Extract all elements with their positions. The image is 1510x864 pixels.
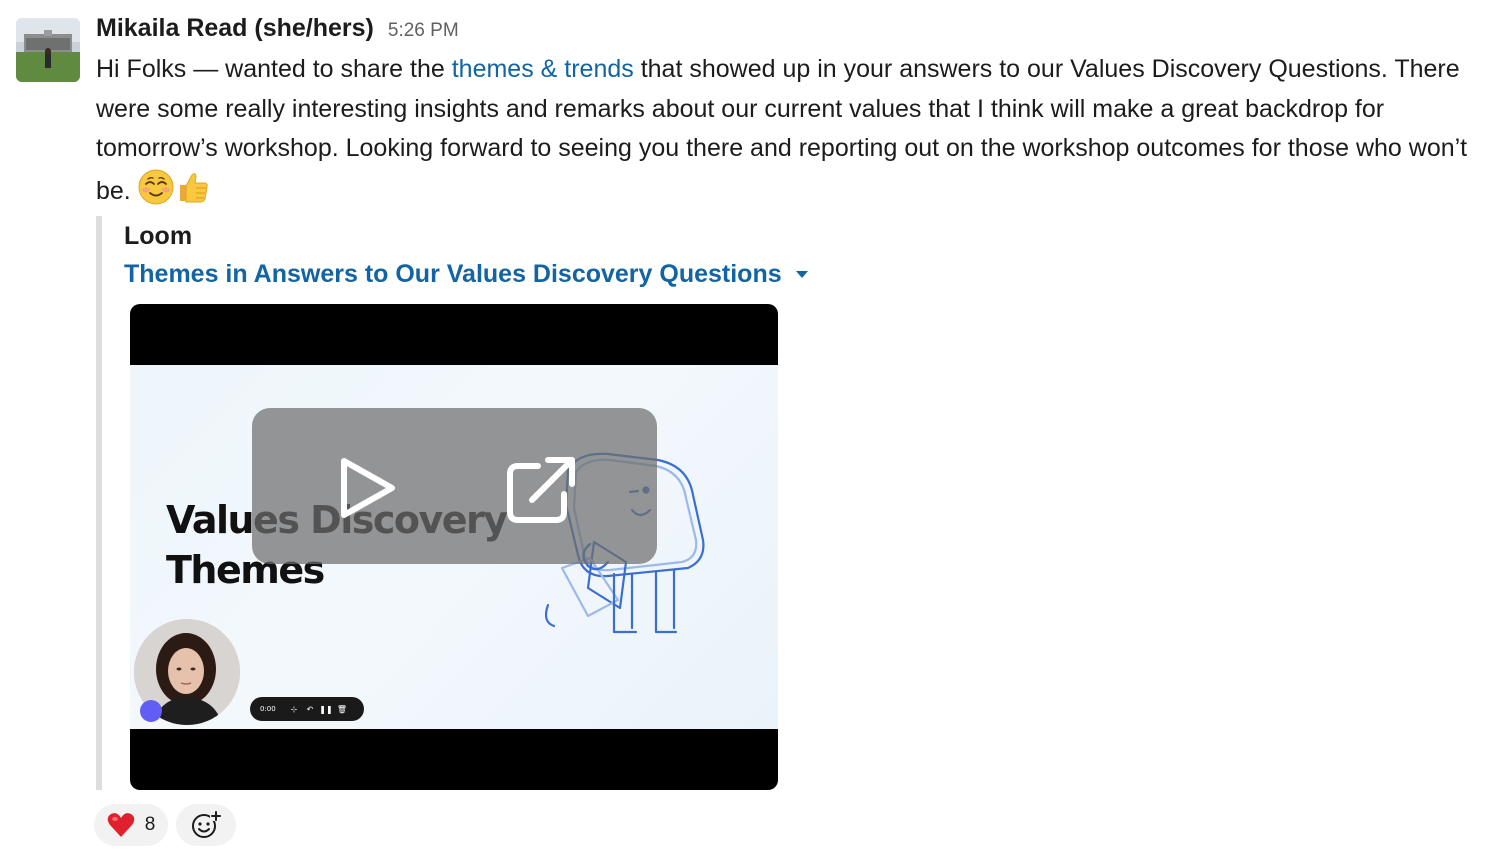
play-icon[interactable] (332, 453, 402, 523)
pause-icon: ❚❚ (319, 704, 333, 714)
relieved-smile-emoji (138, 169, 174, 204)
message-body: Hi Folks — wanted to share the themes & … (96, 50, 1491, 211)
loom-recording-controls: 0:00 ⊹ ↶ ❚❚ 🗑 (250, 697, 364, 721)
undo-icon: ↶ (306, 704, 314, 714)
attachment-title[interactable]: Themes in Answers to Our Values Discover… (124, 254, 808, 294)
message-text-start: Hi Folks — wanted to share the (96, 55, 452, 83)
themes-trends-link[interactable]: themes & trends (452, 55, 634, 83)
grid-icon: ⊹ (290, 704, 298, 714)
record-indicator (140, 700, 162, 722)
video-preview[interactable]: Values Discovery Themes (130, 304, 778, 790)
message-header: Mikaila Read (she/hers) 5:26 PM (96, 14, 1496, 50)
add-reaction-button[interactable] (176, 804, 236, 846)
heart-emoji (107, 813, 134, 837)
message: Mikaila Read (she/hers) 5:26 PM Hi Folks… (0, 0, 1510, 864)
trash-icon: 🗑 (336, 704, 348, 714)
sender-name[interactable]: Mikaila Read (she/hers) (96, 14, 374, 43)
thumbs-up-emoji (179, 172, 208, 202)
heart-reaction[interactable]: 8 (94, 804, 168, 846)
message-content: Mikaila Read (she/hers) 5:26 PM Hi Folks… (96, 14, 1496, 211)
add-reaction-icon (192, 810, 221, 838)
heart-reaction-count: 8 (144, 814, 156, 835)
chevron-down-icon[interactable] (795, 270, 808, 278)
message-timestamp[interactable]: 5:26 PM (388, 20, 459, 42)
avatar[interactable] (16, 18, 80, 82)
recording-time: 0:00 (260, 705, 276, 713)
video-overlay (252, 408, 657, 564)
link-unfurl: Loom Themes in Answers to Our Values Dis… (96, 216, 808, 790)
reactions-bar: 8 (94, 804, 236, 846)
open-external-icon[interactable] (504, 454, 582, 526)
attachment-title-link[interactable]: Themes in Answers to Our Values Discover… (124, 254, 782, 294)
attachment-service-name: Loom (124, 222, 193, 250)
